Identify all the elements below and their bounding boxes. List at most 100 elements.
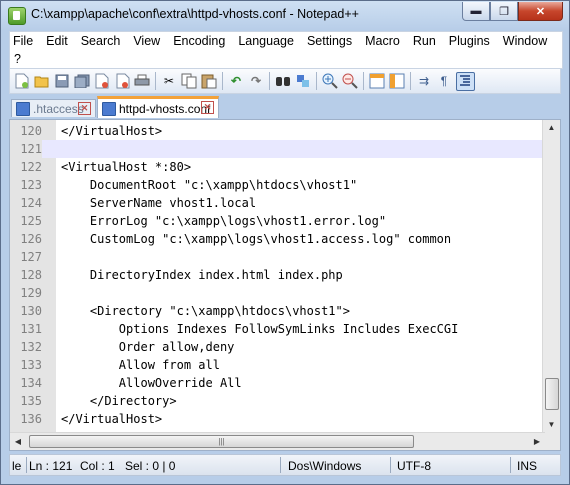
menu-search[interactable]: Search (81, 34, 121, 48)
tab-htaccess[interactable]: .htaccess ✕ (11, 99, 96, 117)
menu-encoding[interactable]: Encoding (173, 34, 225, 48)
line-number: 130 (20, 304, 42, 318)
line-number: 120 (20, 124, 42, 138)
toolbar: ✂ ↶ ↷ ⇉ ¶ (9, 68, 561, 94)
file-save-icon (102, 101, 116, 116)
code-line[interactable]: 132 Order allow,deny (10, 338, 542, 356)
tab-label: httpd-vhosts.conf (119, 101, 211, 116)
redo-icon[interactable]: ↷ (248, 73, 265, 90)
code-line[interactable]: 123 DocumentRoot "c:\xampp\htdocs\vhost1… (10, 176, 542, 194)
menu-row-2: ? (10, 50, 562, 68)
menu-edit[interactable]: Edit (46, 34, 68, 48)
line-text: DirectoryIndex index.html index.php (61, 268, 343, 282)
line-number: 132 (20, 340, 42, 354)
close-window-button[interactable]: ✕ (518, 2, 563, 21)
sync-vertical-icon[interactable] (369, 73, 386, 90)
close-file-icon[interactable] (94, 73, 111, 90)
notepadpp-app-icon[interactable] (8, 7, 26, 25)
line-text: AllowOverride All (61, 376, 242, 390)
line-number: 121 (10, 140, 42, 158)
horizontal-scrollbar[interactable]: ◀ ||| ▶ (10, 432, 545, 450)
new-file-icon[interactable] (14, 73, 31, 90)
tab-httpd-vhosts[interactable]: httpd-vhosts.conf ✕ (97, 96, 219, 118)
code-line[interactable]: 133 Allow from all (10, 356, 542, 374)
find-icon[interactable] (275, 73, 292, 90)
toolbar-separator (316, 72, 317, 90)
tab-close-icon[interactable]: ✕ (201, 101, 214, 114)
toolbar-separator (155, 72, 156, 90)
tab-close-icon[interactable]: ✕ (78, 102, 91, 115)
vertical-scroll-thumb[interactable] (545, 378, 559, 410)
line-number: 134 (20, 376, 42, 390)
code-line[interactable]: 122 <VirtualHost *:80> (10, 158, 542, 176)
title-bar[interactable]: C:\xampp\apache\conf\extra\httpd-vhosts.… (1, 1, 569, 29)
menu-plugins[interactable]: Plugins (449, 34, 490, 48)
code-line[interactable]: 136 </VirtualHost> (10, 410, 542, 428)
maximize-button[interactable]: ❐ (490, 2, 518, 21)
code-line[interactable]: 124 ServerName vhost1.local (10, 194, 542, 212)
file-save-icon (16, 101, 30, 116)
line-text: Allow from all (61, 358, 220, 372)
menu-macro[interactable]: Macro (365, 34, 400, 48)
undo-icon[interactable]: ↶ (228, 73, 245, 90)
scroll-up-icon[interactable]: ▲ (543, 120, 560, 136)
code-line[interactable]: 131 Options Indexes FollowSymLinks Inclu… (10, 320, 542, 338)
show-all-chars-icon[interactable]: ¶ (436, 73, 453, 90)
zoom-in-icon[interactable] (322, 73, 339, 90)
line-text: </VirtualHost> (61, 412, 163, 426)
open-file-icon[interactable] (34, 73, 51, 90)
status-separator (26, 457, 27, 473)
code-line[interactable]: 125 ErrorLog "c:\xampp\logs\vhost1.error… (10, 212, 542, 230)
minimize-button[interactable]: ▬ (462, 2, 490, 21)
line-text: </VirtualHost> (61, 124, 163, 138)
status-selection: Sel : 0 | 0 (125, 459, 176, 473)
word-wrap-icon[interactable]: ⇉ (416, 73, 433, 90)
code-line[interactable]: 126 CustomLog "c:\xampp\logs\vhost1.acce… (10, 230, 542, 248)
window-title: C:\xampp\apache\conf\extra\httpd-vhosts.… (31, 7, 359, 21)
line-text: DocumentRoot "c:\xampp\htdocs\vhost1" (61, 178, 358, 192)
menu-window[interactable]: Window (503, 34, 547, 48)
replace-icon[interactable] (295, 73, 312, 90)
menu-file[interactable]: File (13, 34, 33, 48)
editor-lines: 120 </VirtualHost> 121 122 <VirtualHost *:80… (10, 122, 542, 428)
cut-icon[interactable]: ✂ (161, 73, 178, 90)
code-line[interactable]: 129 (10, 284, 542, 302)
code-editor[interactable]: 120 </VirtualHost> 121 122 <VirtualHost *:80… (9, 119, 561, 451)
toolbar-separator (410, 72, 411, 90)
status-separator (390, 457, 391, 473)
code-line[interactable]: 120 </VirtualHost> (10, 122, 542, 140)
menu-view[interactable]: View (133, 34, 160, 48)
current-code-line[interactable]: 121 (10, 140, 542, 158)
scrollbar-corner (543, 433, 560, 450)
copy-icon[interactable] (181, 73, 198, 90)
print-icon[interactable] (134, 73, 151, 90)
notepadpp-window: C:\xampp\apache\conf\extra\httpd-vhosts.… (0, 0, 570, 485)
indent-guide-icon[interactable] (455, 71, 475, 91)
save-all-icon[interactable] (74, 73, 91, 90)
code-line[interactable]: 128 DirectoryIndex index.html index.php (10, 266, 542, 284)
code-line[interactable]: 134 AllowOverride All (10, 374, 542, 392)
menu-run[interactable]: Run (413, 34, 436, 48)
line-number: 136 (20, 412, 42, 426)
scroll-down-icon[interactable]: ▼ (543, 417, 560, 433)
menu-language[interactable]: Language (238, 34, 294, 48)
vertical-scrollbar[interactable]: ▲ ▼ (542, 120, 560, 433)
code-line[interactable]: 130 <Directory "c:\xampp\htdocs\vhost1"> (10, 302, 542, 320)
code-line[interactable]: 127 (10, 248, 542, 266)
horizontal-scroll-thumb[interactable]: ||| (29, 435, 414, 448)
line-number: 133 (20, 358, 42, 372)
status-length: le (12, 459, 22, 473)
toolbar-separator (363, 72, 364, 90)
save-icon[interactable] (54, 73, 71, 90)
scroll-left-icon[interactable]: ◀ (10, 433, 26, 450)
zoom-out-icon[interactable] (342, 73, 359, 90)
menu-bar: File Edit Search View Encoding Language … (9, 31, 563, 69)
line-text: Options Indexes FollowSymLinks Includes … (61, 322, 459, 336)
sync-horizontal-icon[interactable] (389, 73, 406, 90)
menu-help[interactable]: ? (14, 52, 21, 66)
menu-settings[interactable]: Settings (307, 34, 352, 48)
close-all-icon[interactable] (114, 73, 131, 90)
paste-icon[interactable] (201, 73, 218, 90)
code-line[interactable]: 135 </Directory> (10, 392, 542, 410)
tab-bar: .htaccess ✕ httpd-vhosts.conf ✕ (9, 96, 561, 118)
